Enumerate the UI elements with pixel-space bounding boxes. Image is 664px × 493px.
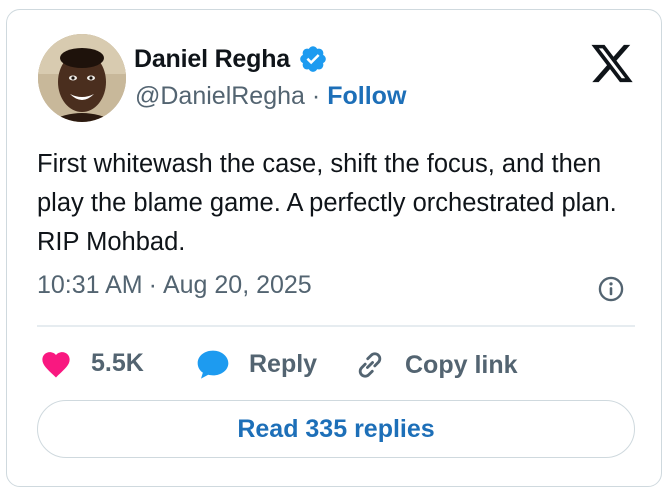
copy-link-label: Copy link (405, 350, 518, 379)
avatar[interactable] (38, 34, 126, 122)
follow-button[interactable]: Follow (327, 82, 406, 111)
tweet-card: Daniel Regha @DanielRegha · Follow First… (6, 9, 662, 487)
heart-icon (42, 352, 70, 378)
author-name-row: Daniel Regha (134, 44, 328, 74)
copy-link-button[interactable]: Copy link (353, 348, 518, 382)
author-handle[interactable]: @DanielRegha (135, 82, 305, 111)
timestamp-separator: · (148, 271, 157, 299)
avatar-image (38, 34, 126, 122)
x-logo-icon[interactable] (589, 42, 635, 84)
like-count: 5.5K (91, 348, 144, 377)
read-replies-button[interactable]: Read 335 replies (37, 400, 635, 458)
like-button[interactable]: 5.5K (39, 348, 144, 378)
reply-label: Reply (249, 349, 318, 378)
action-bar: 5.5K Reply Copy link (7, 342, 663, 386)
tweet-time: 10:31 AM (37, 271, 143, 299)
speech-bubble-icon (197, 350, 229, 379)
divider (37, 325, 635, 327)
verified-badge-icon (300, 46, 326, 72)
tweet-date: Aug 20, 2025 (162, 271, 312, 299)
author-name[interactable]: Daniel Regha (134, 45, 290, 74)
info-icon[interactable] (597, 275, 625, 303)
handle-row: @DanielRegha · Follow (135, 82, 406, 111)
tweet-timestamp[interactable]: 10:31 AM · Aug 20, 2025 (37, 271, 312, 300)
reply-button[interactable]: Reply (195, 348, 317, 380)
link-icon (358, 352, 382, 378)
tweet-text: First whitewash the case, shift the focu… (37, 150, 617, 256)
handle-separator: · (311, 82, 321, 110)
